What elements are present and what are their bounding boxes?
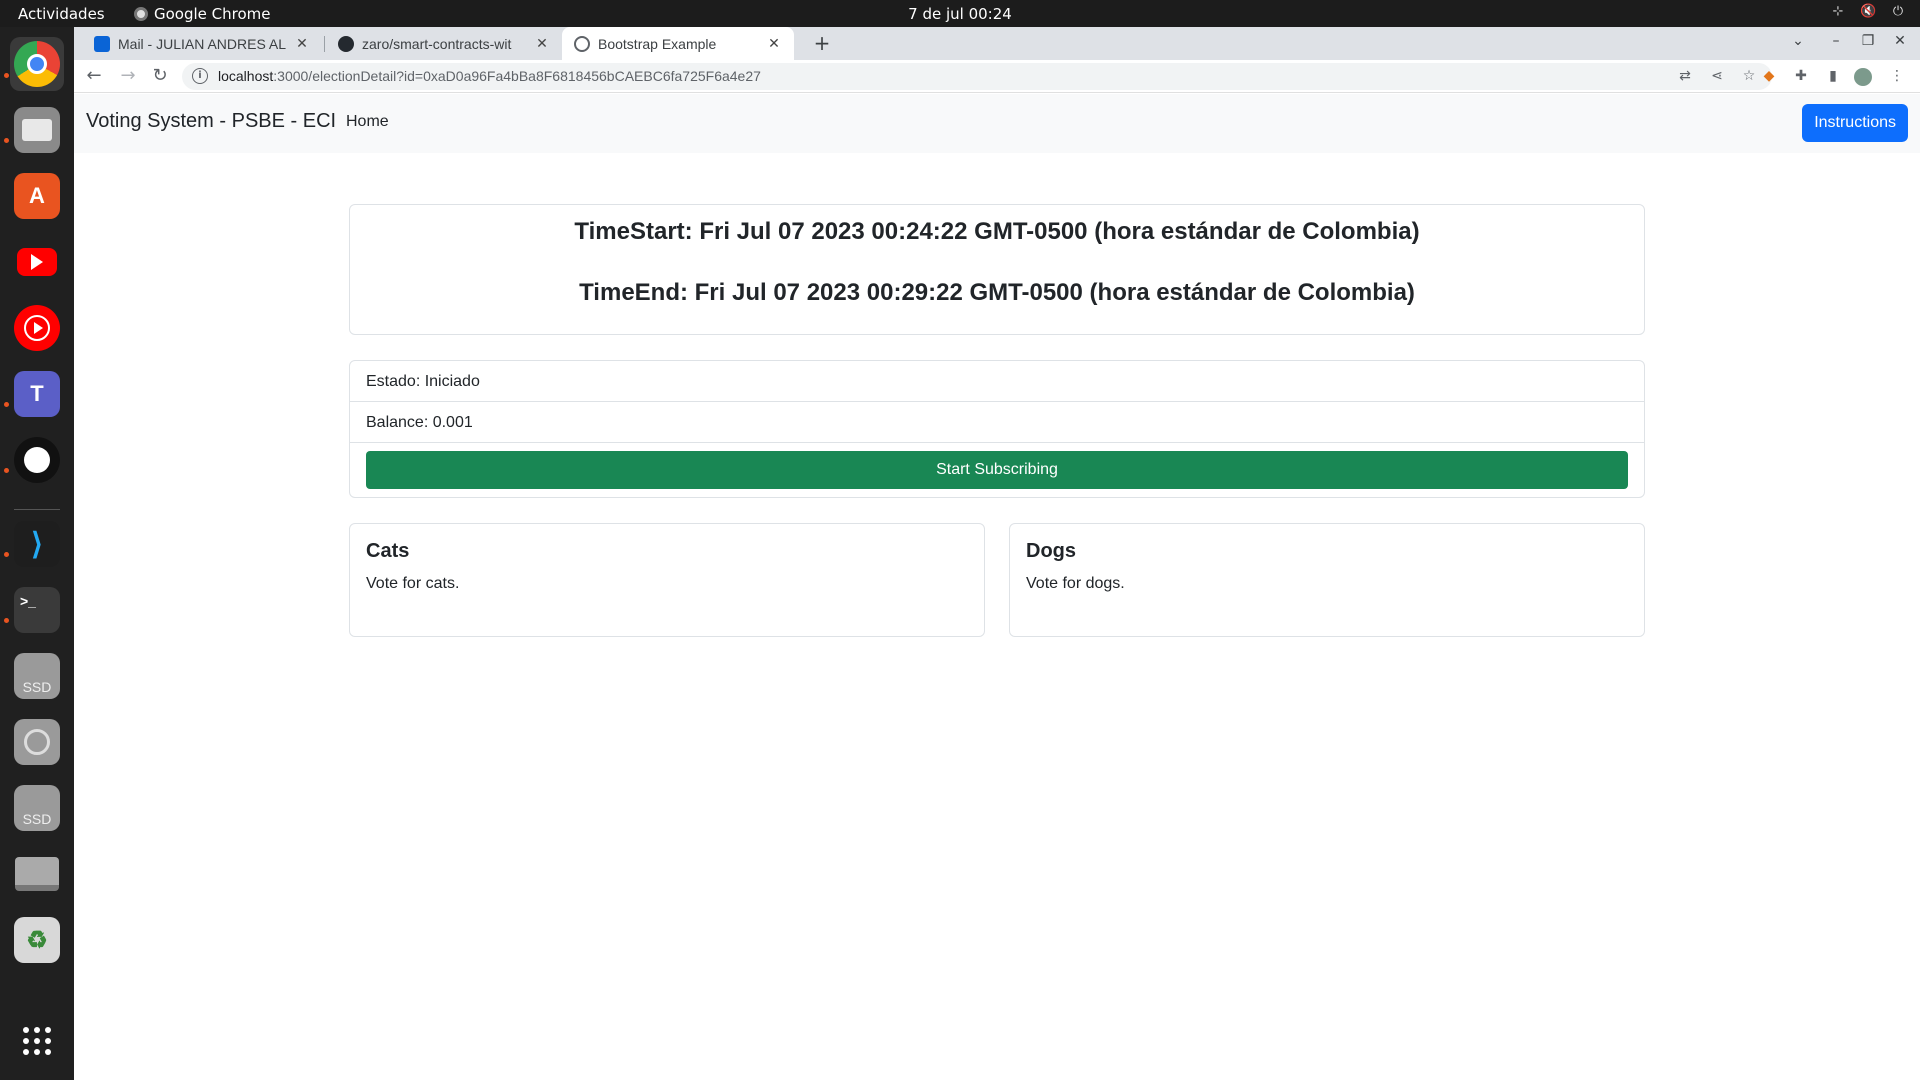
- running-indicator: [4, 138, 9, 143]
- dock-optical-drive[interactable]: [10, 715, 64, 769]
- url-path: :3000/electionDetail?id=0xaD0a96Fa4bBa8F…: [273, 68, 761, 84]
- dock-github[interactable]: [10, 433, 64, 487]
- dock-show-applications[interactable]: [10, 1014, 64, 1068]
- running-indicator: [4, 468, 9, 473]
- close-icon[interactable]: ✕: [294, 35, 310, 52]
- github-icon: [14, 437, 60, 483]
- running-indicator: [4, 402, 9, 407]
- dock-youtube[interactable]: [10, 235, 64, 289]
- running-indicator: [4, 618, 9, 623]
- navbar-brand[interactable]: Voting System - PSBE - ECI: [86, 110, 336, 133]
- browser-toolbar: ← → ↻ i localhost:3000/electionDetail?id…: [74, 60, 1920, 93]
- network-icon[interactable]: ⊹: [1830, 4, 1846, 20]
- option-description: Vote for dogs.: [1026, 575, 1125, 592]
- side-panel-icon[interactable]: ▮: [1824, 68, 1842, 86]
- youtube-icon: [17, 248, 57, 276]
- teams-icon: T: [14, 371, 60, 417]
- reload-button[interactable]: ↻: [148, 64, 172, 88]
- tab-mail[interactable]: Mail - JULIAN ANDRES AL ✕: [82, 27, 322, 60]
- extensions-puzzle-icon[interactable]: ✚: [1792, 68, 1810, 86]
- running-indicator: [4, 552, 9, 557]
- option-title: Dogs: [1026, 540, 1076, 562]
- youtube-music-icon: [14, 305, 60, 351]
- profile-avatar[interactable]: [1854, 68, 1872, 86]
- nav-link-home[interactable]: Home: [346, 113, 389, 131]
- election-status-card: Estado: Iniciado Balance: 0.001 Start Su…: [349, 360, 1645, 498]
- minimize-button[interactable]: –: [1826, 33, 1846, 49]
- instructions-button[interactable]: Instructions: [1802, 104, 1908, 142]
- site-info-icon[interactable]: i: [192, 68, 208, 84]
- time-end: TimeEnd: Fri Jul 07 2023 00:29:22 GMT-05…: [579, 279, 1415, 306]
- tab-title: Bootstrap Example: [598, 35, 717, 52]
- system-top-bar: Actividades Google Chrome 7 de jul 00:24…: [0, 0, 1920, 27]
- option-description: Vote for cats.: [366, 575, 460, 592]
- url-host: localhost: [218, 68, 274, 84]
- outlook-icon: [94, 35, 110, 52]
- drive-icon: SSD: [14, 785, 60, 831]
- start-subscribing-button[interactable]: Start Subscribing: [366, 451, 1628, 489]
- dock-disk[interactable]: [10, 847, 64, 901]
- url-text[interactable]: localhost:3000/electionDetail?id=0xaD0a9…: [218, 68, 761, 84]
- back-button[interactable]: ←: [82, 64, 106, 88]
- dock-trash[interactable]: ♻: [10, 913, 64, 967]
- address-bar[interactable]: i localhost:3000/electionDetail?id=0xaD0…: [182, 63, 1772, 90]
- tab-bootstrap-example[interactable]: Bootstrap Example ✕: [562, 27, 794, 60]
- terminal-icon: >_: [14, 587, 60, 633]
- dock: A T ⟩ >_ SSD SSD ♻: [0, 27, 74, 1080]
- close-icon[interactable]: ✕: [766, 35, 782, 52]
- dock-teams[interactable]: T: [10, 367, 64, 421]
- volume-icon[interactable]: 🔇: [1860, 4, 1876, 20]
- dock-ssd-2[interactable]: SSD: [10, 781, 64, 835]
- close-icon[interactable]: ✕: [534, 35, 550, 52]
- time-start: TimeStart: Fri Jul 07 2023 00:24:22 GMT-…: [574, 218, 1420, 245]
- tab-search-icon[interactable]: ⌄: [1788, 33, 1808, 49]
- dock-youtube-music[interactable]: [10, 301, 64, 355]
- system-tray[interactable]: ⊹ 🔇 ⏻: [1830, 4, 1906, 20]
- tab-title: Mail - JULIAN ANDRES AL: [118, 35, 287, 52]
- metamask-icon[interactable]: ◆: [1760, 68, 1778, 86]
- dock-ssd-1[interactable]: SSD: [10, 649, 64, 703]
- translate-icon[interactable]: ⇄: [1676, 68, 1694, 86]
- status-balance: Balance: 0.001: [350, 402, 1644, 443]
- globe-icon: [574, 35, 590, 52]
- tab-separator: [324, 36, 325, 52]
- navbar: Voting System - PSBE - ECI Home Instruct…: [74, 94, 1920, 153]
- share-icon[interactable]: ⋖: [1708, 68, 1726, 86]
- drive-icon: SSD: [14, 653, 60, 699]
- option-title: Cats: [366, 540, 410, 562]
- running-indicator: [4, 73, 9, 78]
- tab-github[interactable]: zaro/smart-contracts-wit ✕: [326, 27, 562, 60]
- dock-vscode[interactable]: ⟩: [10, 517, 64, 571]
- power-icon[interactable]: ⏻: [1890, 4, 1906, 20]
- bookmark-star-icon[interactable]: ☆: [1740, 68, 1758, 86]
- option-card-dogs[interactable]: Dogs Vote for dogs.: [1009, 523, 1645, 637]
- github-icon: [338, 35, 354, 52]
- dock-terminal[interactable]: >_: [10, 583, 64, 637]
- browser-window: Mail - JULIAN ANDRES AL ✕ zaro/smart-con…: [74, 27, 1920, 1080]
- optical-disc-icon: [14, 719, 60, 765]
- new-tab-button[interactable]: +: [810, 31, 834, 55]
- software-store-icon: A: [14, 173, 60, 219]
- forward-button[interactable]: →: [116, 64, 140, 88]
- dock-files[interactable]: [10, 103, 64, 157]
- web-page: Voting System - PSBE - ECI Home Instruct…: [74, 94, 1920, 1080]
- close-window-button[interactable]: ✕: [1890, 33, 1910, 49]
- election-time-card: TimeStart: Fri Jul 07 2023 00:24:22 GMT-…: [349, 204, 1645, 335]
- trash-icon: ♻: [14, 917, 60, 963]
- dock-chrome[interactable]: [10, 37, 64, 91]
- dock-separator: [14, 509, 60, 510]
- dock-ubuntu-software[interactable]: A: [10, 169, 64, 223]
- folder-icon: [14, 107, 60, 153]
- tab-title: zaro/smart-contracts-wit: [362, 35, 512, 52]
- app-grid-icon: [14, 1018, 60, 1064]
- vscode-icon: ⟩: [14, 521, 60, 567]
- option-card-cats[interactable]: Cats Vote for cats.: [349, 523, 985, 637]
- chrome-icon: [14, 41, 60, 87]
- disk-icon: [14, 851, 60, 897]
- status-estado: Estado: Iniciado: [350, 361, 1644, 402]
- restore-button[interactable]: ❐: [1858, 33, 1878, 49]
- system-clock[interactable]: 7 de jul 00:24: [0, 5, 1920, 23]
- chrome-menu-icon[interactable]: ⋮: [1888, 68, 1906, 86]
- tab-strip: Mail - JULIAN ANDRES AL ✕ zaro/smart-con…: [74, 27, 1920, 60]
